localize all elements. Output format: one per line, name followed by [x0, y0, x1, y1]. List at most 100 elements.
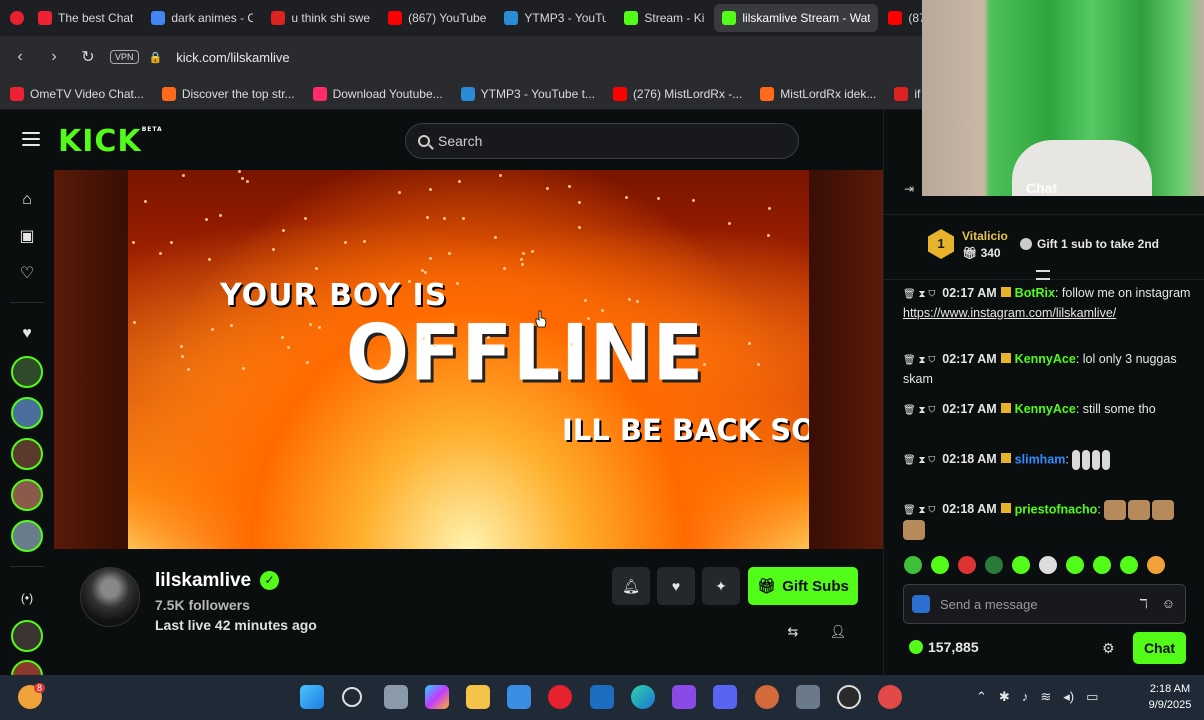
bookmark-item[interactable]: (276) MistLordRx -... — [612, 86, 742, 101]
opera-taskbar-icon[interactable] — [548, 685, 572, 709]
chat-identity-icon[interactable] — [912, 595, 930, 613]
message-username[interactable]: KennyAce — [1015, 402, 1076, 416]
bookmark-item[interactable]: OmeTV Video Chat... — [10, 86, 144, 101]
outlook-icon[interactable] — [590, 685, 614, 709]
emoji-icon[interactable]: ☺ — [1162, 596, 1175, 612]
chevron-up-icon[interactable]: ⌃ — [976, 689, 987, 705]
search-input[interactable] — [438, 133, 758, 149]
bookmark-item[interactable]: YTMP3 - YouTube t... — [460, 86, 595, 101]
notification-bell-button[interactable]: 🔔︎ — [612, 567, 650, 605]
report-user-icon[interactable]: 👤︎ — [829, 623, 847, 641]
followed-channel-avatar[interactable] — [11, 397, 43, 429]
discord-icon[interactable] — [713, 685, 737, 709]
search-bar[interactable] — [405, 123, 799, 159]
tab-favicon-icon — [888, 11, 903, 25]
quick-emote-icon[interactable] — [1120, 556, 1138, 574]
battery-icon[interactable]: ▭ — [1086, 689, 1098, 705]
reload-button[interactable]: ↻ — [76, 45, 100, 69]
emote-picker-icon[interactable]: ℸ — [1139, 596, 1147, 612]
bookmark-item[interactable]: Discover the top str... — [161, 86, 295, 101]
mod-actions-icon[interactable]: 🗑︎ ⧗ ⛉ — [903, 455, 938, 466]
opera-menu-icon[interactable] — [6, 4, 28, 32]
share-icon[interactable]: ⇆ — [784, 623, 802, 641]
taskbar-clock[interactable]: 2:18 AM 9/9/2025 — [1140, 681, 1200, 713]
bookmark-item[interactable]: Download Youtube... — [312, 86, 443, 101]
microphone-icon[interactable]: ♪ — [1022, 689, 1029, 705]
mod-actions-icon[interactable]: 🗑︎ ⧗ ⛉ — [903, 289, 938, 300]
copilot-icon[interactable] — [425, 685, 449, 709]
camera-app-icon[interactable] — [796, 685, 820, 709]
live-broadcast-icon[interactable]: (•) — [17, 588, 37, 608]
browse-icon[interactable]: ▣ — [17, 227, 37, 247]
browser-tab[interactable]: dark animes - C — [143, 4, 261, 32]
followed-channel-avatar[interactable] — [11, 356, 43, 388]
leaderboard-username[interactable]: Vitalicio — [962, 229, 1008, 243]
kick-logo[interactable]: KICKBETA — [58, 124, 163, 159]
browser-tab[interactable]: lilskamlive Stream - Watc — [714, 4, 879, 32]
browser-tab[interactable]: (867) YouTube — [380, 4, 494, 32]
chat-message-input[interactable] — [940, 596, 1100, 612]
quick-emote-icon[interactable] — [1093, 556, 1111, 574]
channel-avatar[interactable] — [80, 567, 140, 627]
pinned-message-icon[interactable] — [1036, 270, 1050, 280]
gift-subs-button[interactable]: 🎁︎ Gift Subs — [748, 567, 858, 605]
clapper-icon[interactable] — [672, 685, 696, 709]
store-icon[interactable] — [507, 685, 531, 709]
discord-tray-icon[interactable]: ✱ — [999, 689, 1010, 705]
video-player[interactable]: YOUR BOY IS OFFLINE ILL BE BACK SOON.... — [54, 170, 883, 549]
quick-emote-icon[interactable] — [931, 556, 949, 574]
forward-button[interactable]: › — [42, 45, 66, 69]
chat-input-box[interactable]: ℸ ☺ — [903, 584, 1186, 624]
bookmark-item[interactable]: MistLordRx idek... — [760, 86, 876, 101]
gift-cta[interactable]: Gift 1 sub to take 2nd — [1020, 237, 1159, 251]
quick-emote-icon[interactable] — [1147, 556, 1165, 574]
search-taskbar-icon[interactable] — [342, 687, 362, 707]
channel-points[interactable]: 157,885 — [909, 639, 979, 655]
message-link[interactable]: https://www.instagram.com/lilskamlive/ — [903, 306, 1116, 320]
followed-channel-avatar[interactable] — [11, 520, 43, 552]
message-username[interactable]: priestofnacho — [1015, 502, 1098, 516]
back-button[interactable]: ‹ — [8, 45, 32, 69]
mod-actions-icon[interactable]: 🗑︎ ⧗ ⛉ — [903, 505, 938, 516]
hamburger-menu-icon[interactable] — [22, 132, 40, 146]
edge-icon[interactable] — [631, 685, 655, 709]
file-explorer-icon[interactable] — [466, 685, 490, 709]
message-username[interactable]: KennyAce — [1015, 352, 1076, 366]
mod-actions-icon[interactable]: 🗑︎ ⧗ ⛉ — [903, 405, 938, 416]
quick-emote-icon[interactable] — [1012, 556, 1030, 574]
message-username[interactable]: slimham — [1015, 452, 1066, 466]
volume-icon[interactable]: ◂) — [1063, 689, 1074, 705]
following-heart-icon[interactable]: ♡ — [17, 264, 37, 284]
follow-heart-button[interactable]: ♥ — [657, 567, 695, 605]
followed-heart-icon[interactable]: ♥ — [17, 324, 37, 344]
vpn-badge[interactable]: VPN — [110, 50, 139, 64]
channel-name[interactable]: lilskamlive — [155, 570, 251, 592]
quick-emote-icon[interactable] — [985, 556, 1003, 574]
recommended-channel-avatar[interactable] — [11, 620, 43, 652]
windows-taskbar: 8 ⌃ ✱ ♪ ≋ ◂) ▭ 2:18 AM 9/9/2025 — [0, 675, 1204, 720]
send-chat-button[interactable]: Chat — [1133, 632, 1186, 664]
browser-tab[interactable]: Stream - Ki — [616, 4, 712, 32]
url-field[interactable]: kick.com/lilskamlive — [176, 50, 289, 65]
collapse-chat-icon[interactable]: ⇥ — [904, 182, 914, 196]
start-windows-icon[interactable] — [300, 685, 324, 709]
quick-emote-icon[interactable] — [904, 556, 922, 574]
quick-emote-icon[interactable] — [958, 556, 976, 574]
message-username[interactable]: BotRix — [1015, 286, 1055, 300]
avatar-app-icon[interactable] — [755, 685, 779, 709]
obs-icon[interactable] — [837, 685, 861, 709]
browser-tab[interactable]: The best Chat — [30, 4, 141, 32]
chat-settings-gear-icon[interactable]: ⚙ — [1102, 640, 1115, 657]
home-icon[interactable]: ⌂ — [17, 190, 37, 210]
quick-emote-icon[interactable] — [1039, 556, 1057, 574]
game-app-icon[interactable] — [878, 685, 902, 709]
browser-tab[interactable]: YTMP3 - YouTu — [496, 4, 614, 32]
sparkle-button[interactable]: ✦ — [702, 567, 740, 605]
task-view-icon[interactable] — [384, 685, 408, 709]
browser-tab[interactable]: u think shi swe — [263, 4, 378, 32]
followed-channel-avatar[interactable] — [11, 438, 43, 470]
followed-channel-avatar[interactable] — [11, 479, 43, 511]
quick-emote-icon[interactable] — [1066, 556, 1084, 574]
wifi-icon[interactable]: ≋ — [1040, 689, 1051, 705]
mod-actions-icon[interactable]: 🗑︎ ⧗ ⛉ — [903, 355, 938, 366]
